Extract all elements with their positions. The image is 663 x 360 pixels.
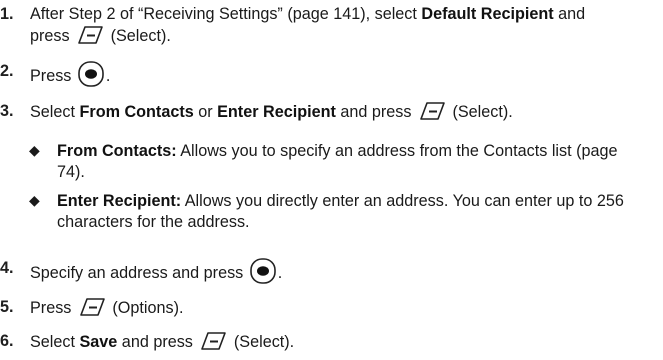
step-number: 4. — [0, 259, 14, 277]
instructions-page: 1. After Step 2 of “Receiving Settings” … — [0, 0, 663, 360]
menu-option: Default Recipient — [421, 5, 554, 23]
left-softkey-icon — [201, 332, 227, 350]
bullet-text: Enter Recipient: Allows you directly ent… — [57, 192, 624, 231]
step-number: 6. — [0, 332, 14, 350]
bullet-item: ◆ From Contacts: Allows you to specify a… — [29, 141, 655, 183]
step-text: Specify an address and press . — [30, 258, 655, 284]
left-softkey-icon — [78, 26, 103, 44]
bullet-text: From Contacts: Allows you to specify an … — [57, 142, 618, 181]
step-number: 5. — [0, 298, 14, 316]
menu-ok-key-icon — [249, 258, 276, 284]
left-softkey-icon — [80, 298, 105, 316]
step-text: Press (Options). — [30, 298, 184, 317]
step-text: Select From Contacts or Enter Recipient … — [30, 102, 513, 121]
menu-ok-key-icon — [78, 61, 104, 87]
step-5: 5. Press (Options). — [0, 297, 655, 319]
step-text: After Step 2 of “Receiving Settings” (pa… — [30, 5, 586, 45]
step-text: Press . — [30, 61, 655, 87]
diamond-bullet-icon: ◆ — [29, 193, 40, 209]
left-softkey-icon — [420, 102, 445, 120]
step-number: 1. — [0, 5, 14, 23]
bullet-item: ◆ Enter Recipient: Allows you directly e… — [29, 191, 655, 233]
step-1: 1. After Step 2 of “Receiving Settings” … — [0, 4, 655, 47]
step-number: 2. — [0, 62, 14, 80]
step-4: 4. Specify an address and press . — [0, 258, 655, 284]
step-text: Select Save and press (Select). — [30, 332, 295, 351]
step-6: 6. Select Save and press (Select). — [0, 331, 655, 353]
bullet-term: From Contacts: — [57, 142, 177, 160]
bullet-term: Enter Recipient: — [57, 192, 182, 210]
step-3: 3. Select From Contacts or Enter Recipie… — [0, 101, 655, 123]
menu-option: Save — [79, 333, 118, 351]
menu-option: From Contacts — [79, 103, 194, 121]
diamond-bullet-icon: ◆ — [29, 143, 40, 159]
menu-option: Enter Recipient — [217, 103, 336, 121]
step-2: 2. Press . — [0, 61, 655, 87]
step-number: 3. — [0, 102, 14, 120]
